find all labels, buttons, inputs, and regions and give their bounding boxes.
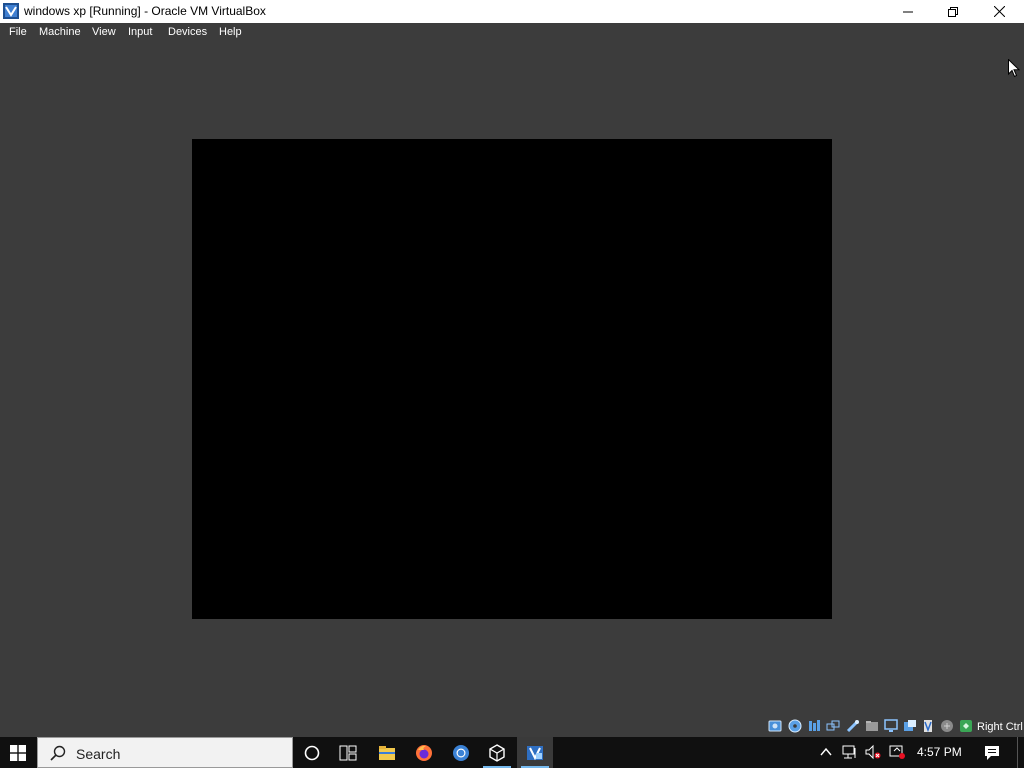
virtualbox-vm-icon [527, 745, 543, 760]
notifications-icon [985, 745, 999, 760]
restore-button[interactable] [930, 0, 976, 23]
audio-icon[interactable] [807, 719, 821, 733]
window-title: windows xp [Running] - Oracle VM Virtual… [24, 4, 266, 18]
recording-icon[interactable] [903, 719, 917, 733]
cpu-icon[interactable] [921, 719, 935, 733]
virtualbox-manager-button[interactable] [479, 737, 515, 768]
taskbar: Search 4:57 PM [0, 737, 1024, 768]
mouse-cursor-icon [1008, 59, 1020, 78]
show-hidden-icons-icon[interactable] [818, 744, 834, 760]
host-key-label: Right Ctrl [977, 721, 1023, 733]
windows-logo-icon [10, 744, 26, 761]
optical-drive-icon[interactable] [788, 719, 802, 733]
virtualbox-app-icon [3, 3, 19, 19]
display-icon[interactable] [884, 719, 898, 733]
minimize-button[interactable] [885, 0, 931, 23]
virtualbox-manager-icon [489, 743, 505, 762]
minimize-icon [903, 11, 913, 12]
file-explorer-button[interactable] [369, 737, 405, 768]
close-button[interactable] [976, 0, 1022, 23]
keyboard-icon[interactable] [959, 719, 973, 733]
show-desktop-button[interactable] [1017, 737, 1018, 768]
network-tray-icon[interactable] [842, 744, 858, 760]
firefox-icon [416, 744, 432, 761]
task-view-icon [339, 745, 357, 760]
action-alert-icon[interactable] [889, 744, 905, 760]
file-explorer-icon [379, 745, 395, 760]
menu-file[interactable]: File [9, 26, 27, 38]
shared-folders-icon[interactable] [865, 719, 879, 733]
cortana-icon [304, 745, 320, 760]
volume-muted-icon[interactable] [865, 744, 881, 760]
menu-view[interactable]: View [92, 26, 116, 38]
mouse-integration-icon[interactable] [940, 719, 954, 733]
usb-icon[interactable] [846, 719, 860, 733]
taskbar-clock[interactable]: 4:57 PM [917, 745, 962, 759]
window-title-bar[interactable]: windows xp [Running] - Oracle VM Virtual… [0, 0, 1024, 23]
menu-devices[interactable]: Devices [168, 26, 207, 38]
action-center-button[interactable] [978, 737, 1006, 768]
menu-help[interactable]: Help [219, 26, 242, 38]
task-view-button[interactable] [330, 737, 366, 768]
hard-disk-icon[interactable] [768, 719, 782, 733]
close-icon [993, 6, 1005, 17]
virtualbox-vm-button[interactable] [517, 737, 553, 768]
firefox-button[interactable] [406, 737, 442, 768]
vm-status-bar: Right Ctrl [0, 716, 1024, 737]
taskbar-search-box[interactable]: Search [37, 737, 293, 768]
restore-icon [948, 6, 958, 17]
menu-bar: File Machine View Input Devices Help [0, 23, 1024, 43]
start-button[interactable] [0, 737, 36, 768]
vm-display[interactable] [192, 139, 832, 619]
chrome-button[interactable] [443, 737, 479, 768]
menu-input[interactable]: Input [128, 26, 152, 38]
menu-machine[interactable]: Machine [39, 26, 81, 38]
search-icon [50, 745, 66, 761]
cortana-button[interactable] [294, 737, 330, 768]
chrome-icon [453, 744, 469, 761]
network-icon[interactable] [826, 719, 840, 733]
search-placeholder: Search [76, 746, 121, 762]
